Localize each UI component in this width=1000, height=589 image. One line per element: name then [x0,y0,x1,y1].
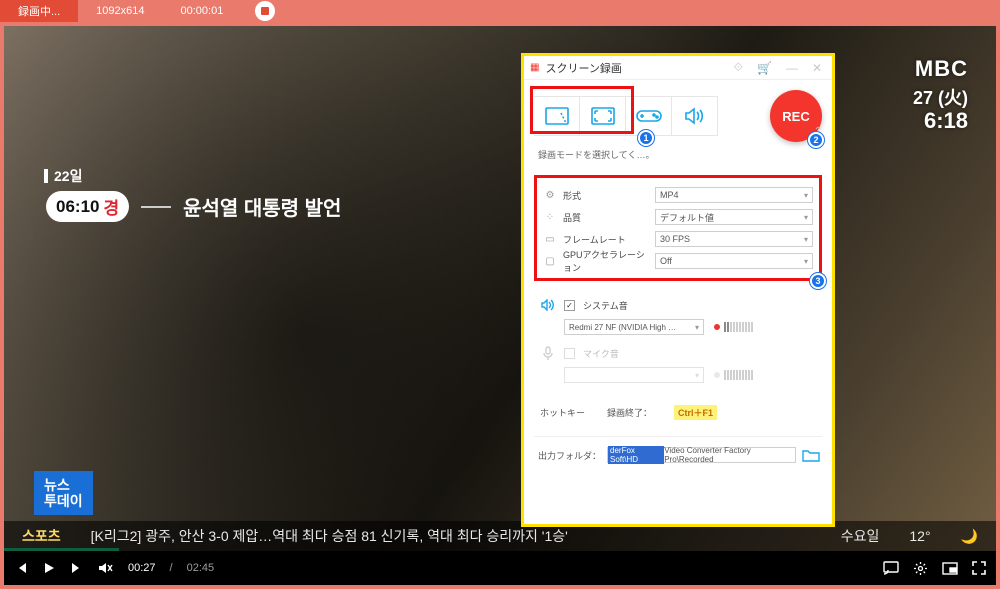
gpu-icon: ▢ [543,256,557,267]
mic-audio-meter [714,370,753,380]
broadcast-date: 27 (火) [913,84,968,110]
hotkey-end-label: 録画終了： [607,406,652,419]
headline-text: 윤석열 대통령 발언 [183,192,341,221]
panel-title: スクリーン録画 [545,60,621,76]
gpu-label: GPUアクセラレーション [563,248,649,274]
headline-time-pill: 06:10경 [46,191,129,222]
collapse-icon[interactable]: ⌃ [814,126,822,137]
annotation-box-1 [530,86,634,134]
speaker-icon [540,299,556,311]
browse-folder-button[interactable] [802,448,820,462]
fullscreen-button[interactable] [972,561,986,575]
stop-record-button[interactable] [255,1,275,21]
fps-icon: ▭ [543,234,557,245]
channel-logo: MBC [913,56,968,82]
quality-label: 品質 [563,211,649,224]
format-select[interactable]: MP4▾ [655,187,813,203]
mode-row: REC 1 2 [524,80,832,144]
mic-audio-label: マイク音 [583,347,619,360]
broadcast-info: MBC 27 (火) 6:18 [913,56,968,134]
mute-button[interactable] [98,561,114,575]
ticker-day: 수요일 [841,526,880,546]
format-label: 形式 [563,189,649,202]
player-controlbar: 00:27 / 02:45 [4,551,996,585]
fps-label: フレームレート [563,233,649,246]
capture-frame: MBC 27 (火) 6:18 22일 06:10경 윤석열 대통령 발언 뉴스… [0,22,1000,589]
mic-icon [540,346,556,360]
player-duration: 02:45 [187,562,215,574]
system-audio-meter [714,322,753,332]
format-icon: ⚙ [543,190,557,201]
broadcast-time: 6:18 [913,108,968,134]
upgrade-icon[interactable]: ⟐ [730,60,747,75]
output-label: 出力フォルダ： [538,449,601,462]
screen-recorder-panel: ▦ スクリーン録画 ⟐ 🛒 — ✕ REC 1 2 録画モードを選択してく…。 … [524,56,832,524]
prev-button[interactable] [14,561,28,575]
quality-select[interactable]: デフォルト値▾ [655,209,813,225]
news-ticker: 스포츠 [K리그2] 광주, 안산 3-0 제압…역대 최다 승점 81 신기록… [4,521,996,551]
news-program-badge: 뉴스 투데이 [34,471,93,515]
player-current-time: 00:27 [128,562,156,574]
ticker-category: 스포츠 [22,526,61,546]
close-button[interactable]: ✕ [808,61,826,75]
recorder-topbar: 録画中... 1092x614 00:00:01 [0,0,1000,22]
mode-hint: 録画モードを選択してく…。 [524,144,832,169]
mic-device-select[interactable]: ▾ [564,367,704,383]
recording-resolution: 1092x614 [78,0,162,22]
settings-group: ⚙ 形式 MP4▾ ⁘ 品質 デフォルト値▾ ▭ フレームレート 30 FPS▾… [534,175,822,281]
system-audio-checkbox[interactable]: ✓ [564,300,575,311]
overlay-date: 22일 [44,166,82,186]
recording-status: 録画中... [0,0,78,22]
cast-button[interactable] [883,561,899,575]
mic-audio-checkbox[interactable] [564,348,575,359]
minimize-button[interactable]: — [782,61,802,75]
system-audio-device-select[interactable]: Redmi 27 NF (NVIDIA High …▾ [564,319,704,335]
play-button[interactable] [42,561,56,575]
app-icon: ▦ [530,62,539,73]
cart-icon[interactable]: 🛒 [753,61,776,75]
ticker-temp: 12° [909,528,930,544]
weather-icon: 🌙 [961,528,978,545]
output-path-field[interactable]: derFox Soft\HD Video Converter Factory P… [607,447,796,463]
output-row: 出力フォルダ： derFox Soft\HD Video Converter F… [524,437,832,463]
video-still [4,26,996,585]
mode-audio[interactable] [672,96,718,136]
next-button[interactable] [70,561,84,575]
fps-select[interactable]: 30 FPS▾ [655,231,813,247]
hotkey-end-key: Ctrl＋F1 [674,405,717,420]
audio-group: ✓ システム音 Redmi 27 NF (NVIDIA High …▾ マイク音… [524,281,832,389]
quality-icon: ⁘ [543,212,557,223]
ticker-text: [K리그2] 광주, 안산 3-0 제압…역대 최다 승점 81 신기록, 역대… [91,526,568,546]
headline: 06:10경 윤석열 대통령 발언 [46,191,341,222]
hotkey-label: ホットキー [540,406,585,419]
annotation-badge-1: 1 [638,130,654,146]
settings-button[interactable] [913,561,928,576]
recording-elapsed: 00:00:01 [163,0,242,22]
pip-button[interactable] [942,562,958,575]
hotkey-row: ホットキー 録画終了： Ctrl＋F1 [524,389,832,420]
panel-titlebar: ▦ スクリーン録画 ⟐ 🛒 — ✕ [524,56,832,80]
system-audio-label: システム音 [583,299,628,312]
gpu-select[interactable]: Off▾ [655,253,813,269]
